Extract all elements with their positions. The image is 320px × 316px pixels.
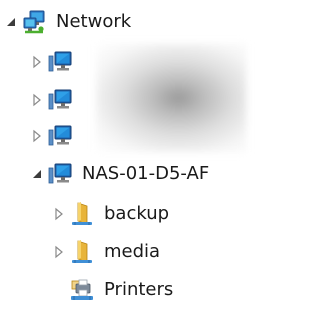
tree-item-computer[interactable]	[30, 118, 82, 154]
computer-icon	[47, 49, 73, 75]
shared-folder-icon	[69, 201, 95, 227]
tree-item-label: Network	[56, 11, 132, 32]
network-icon	[21, 9, 47, 35]
computer-icon	[47, 123, 73, 149]
tree-item-label: backup	[104, 203, 170, 224]
tree-item-computer[interactable]	[30, 44, 82, 80]
tree-item-share-media[interactable]: media	[52, 234, 160, 270]
tree-item-share-backup[interactable]: backup	[52, 196, 169, 232]
tree-item-label: NAS-01-D5-AF	[82, 163, 210, 184]
computer-icon	[47, 87, 73, 113]
tree-item-label: media	[104, 241, 161, 262]
computer-icon	[47, 161, 73, 187]
navigation-tree: Network NAS-01-D5-AF backup media Printe…	[0, 0, 281, 316]
expanded-arrow-icon[interactable]	[30, 167, 44, 181]
tree-item-label: Printers	[104, 279, 174, 300]
tree-item-nas[interactable]: NAS-01-D5-AF	[30, 156, 209, 192]
redacted-area	[96, 44, 246, 152]
collapsed-arrow-icon[interactable]	[52, 245, 66, 259]
tree-item-computer[interactable]	[30, 82, 82, 118]
expanded-arrow-icon[interactable]	[4, 15, 18, 29]
shared-folder-icon	[69, 239, 95, 265]
no-expander	[52, 283, 66, 297]
printers-icon	[69, 277, 95, 303]
tree-item-network[interactable]: Network	[4, 4, 131, 40]
collapsed-arrow-icon[interactable]	[30, 93, 44, 107]
tree-item-printers[interactable]: Printers	[52, 272, 173, 308]
collapsed-arrow-icon[interactable]	[30, 129, 44, 143]
collapsed-arrow-icon[interactable]	[52, 207, 66, 221]
collapsed-arrow-icon[interactable]	[30, 55, 44, 69]
